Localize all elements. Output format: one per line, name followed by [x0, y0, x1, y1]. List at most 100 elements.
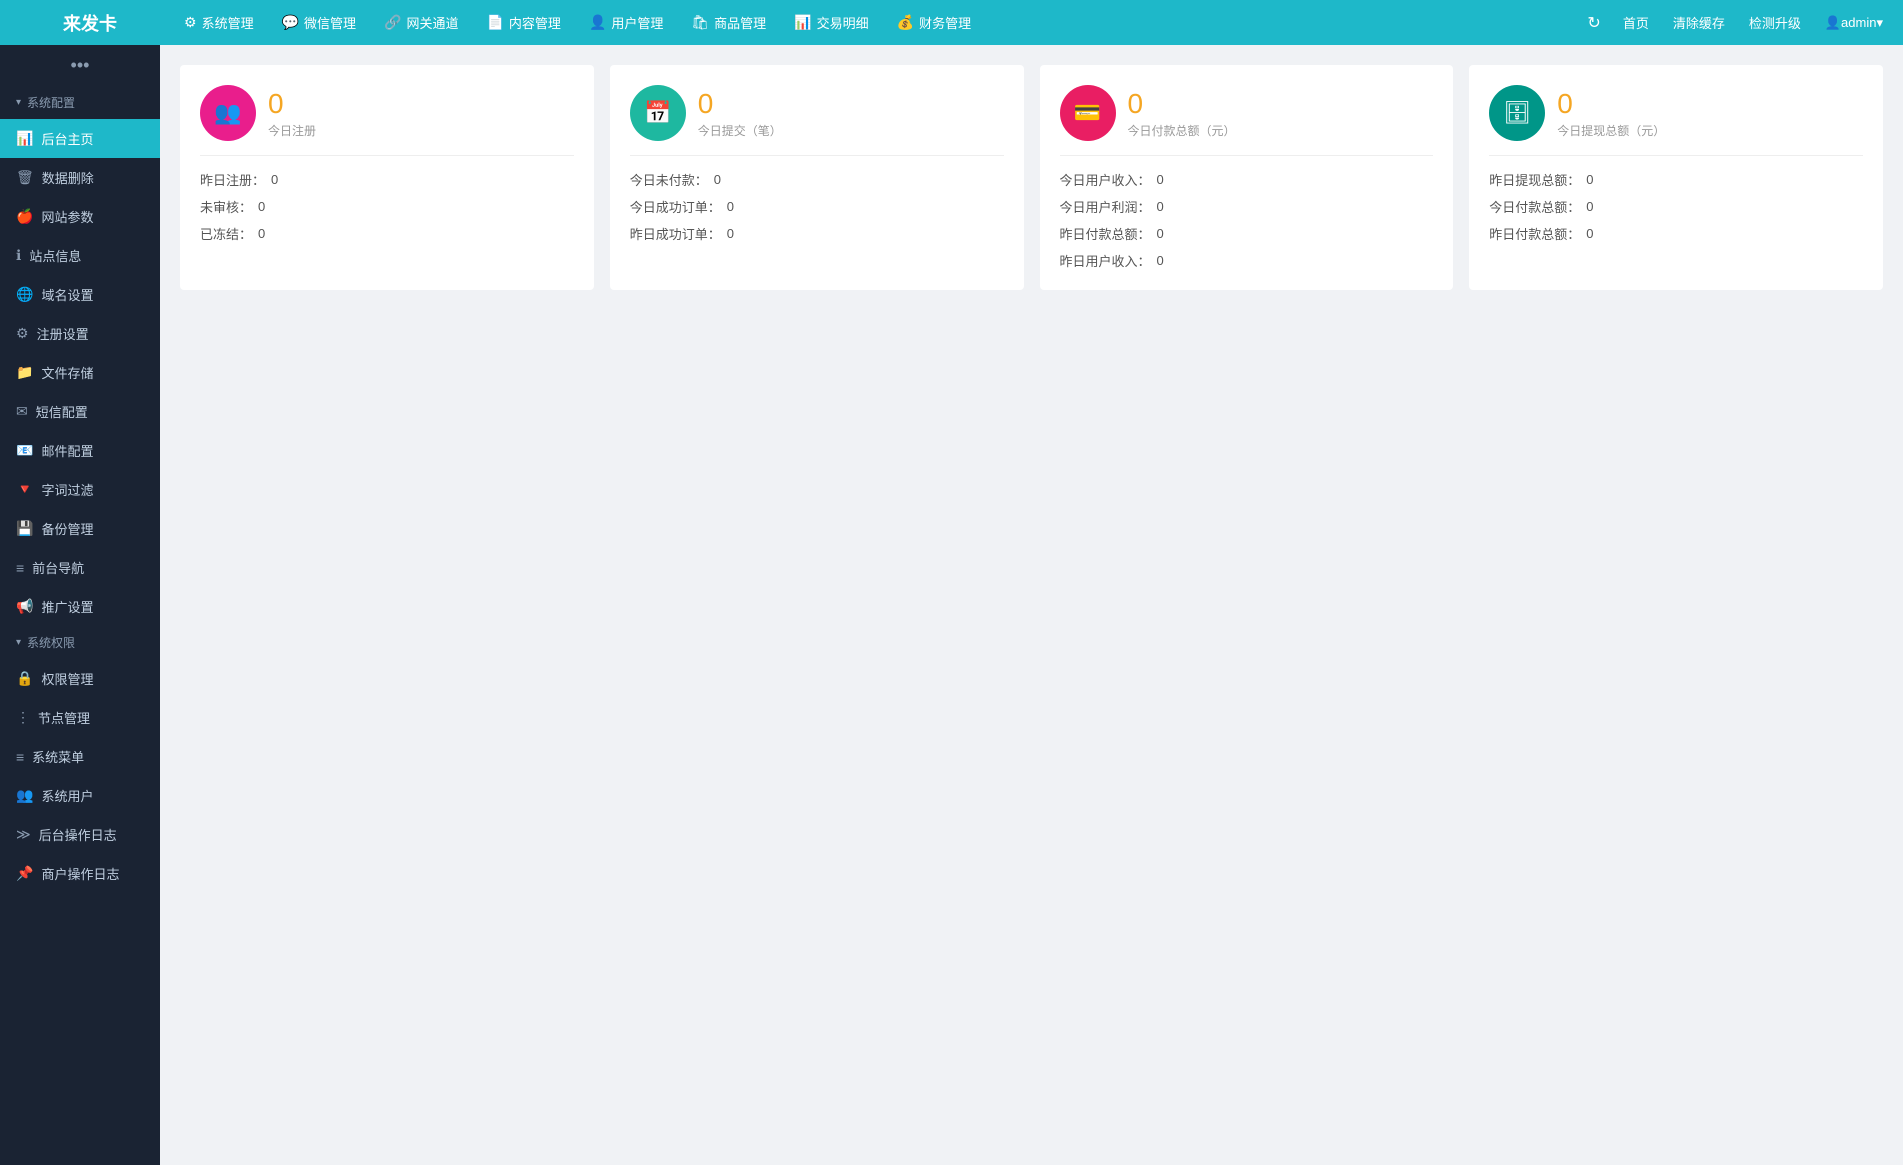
stat-icon-today-withdraw [1489, 85, 1545, 141]
home-button[interactable]: 首页 [1613, 0, 1659, 45]
sidebar-dots[interactable]: ••• [0, 45, 160, 86]
sidebar-item-word-filter[interactable]: 🔻字词过滤 [0, 470, 160, 509]
sidebar-item-backend-log[interactable]: ≫后台操作日志 [0, 815, 160, 854]
stat-icon-today-register [200, 85, 256, 141]
sidebar-icon-backend-home: 📊 [16, 130, 33, 147]
stat-divider [1489, 155, 1863, 156]
stat-icon-today-payment [1060, 85, 1116, 141]
nav-icon-wechat-mgmt: 💬 [282, 14, 299, 31]
group-arrow: ▾ [16, 637, 21, 648]
right-actions: ↻ 首页 清除缓存 检测升级 👤 admin ▾ [1579, 0, 1893, 45]
stat-card-today-payment: 0 今日付款总额（元） 今日用户收入： 0 今日用户利润： 0 昨日付款总额： … [1040, 65, 1454, 290]
stat-card-header: 0 今日提交（笔） [630, 85, 1004, 141]
nav-item-gateway[interactable]: 🔗网关通道 [370, 0, 472, 45]
sidebar-item-domain-settings[interactable]: 🌐域名设置 [0, 275, 160, 314]
stat-details-today-register: 昨日注册： 0 未审核： 0 已冻结： 0 [200, 170, 574, 243]
nav-item-user-mgmt[interactable]: 👤用户管理 [575, 0, 677, 45]
nav-item-content-mgmt[interactable]: 📄内容管理 [472, 0, 574, 45]
nav-item-finance[interactable]: 💰财务管理 [883, 0, 985, 45]
sidebar-item-backup-mgmt[interactable]: 💾备份管理 [0, 509, 160, 548]
main-layout: ••• ▾系统配置📊后台主页🗑数据删除🍎网站参数ℹ站点信息🌐域名设置⚙注册设置📁… [0, 45, 1903, 1165]
sidebar: ••• ▾系统配置📊后台主页🗑数据删除🍎网站参数ℹ站点信息🌐域名设置⚙注册设置📁… [0, 45, 160, 1165]
stat-row: 今日付款总额： 0 [1489, 197, 1863, 216]
stat-row: 昨日付款总额： 0 [1060, 224, 1434, 243]
stat-label-today-register: 今日注册 [268, 122, 316, 139]
sidebar-item-email-config[interactable]: 📧邮件配置 [0, 431, 160, 470]
nav-item-wechat-mgmt[interactable]: 💬微信管理 [268, 0, 370, 45]
stat-label-today-withdraw: 今日提现总额（元） [1557, 122, 1665, 139]
stat-card-today-submit: 0 今日提交（笔） 今日未付款： 0 今日成功订单： 0 昨日成功订单： 0 [610, 65, 1024, 290]
sidebar-item-merchant-log[interactable]: 📌商户操作日志 [0, 854, 160, 893]
nav-item-product-mgmt[interactable]: 🛍商品管理 [677, 0, 780, 45]
refresh-icon[interactable]: ↻ [1579, 0, 1608, 45]
sidebar-icon-sms-config: ✉ [16, 403, 28, 420]
stat-number-today-submit: 0 [698, 88, 782, 120]
sidebar-item-system-users[interactable]: 👥系统用户 [0, 776, 160, 815]
stat-card-header: 0 今日注册 [200, 85, 574, 141]
sidebar-icon-backup-mgmt: 💾 [16, 520, 33, 537]
stat-row: 昨日提现总额： 0 [1489, 170, 1863, 189]
stat-details-today-submit: 今日未付款： 0 今日成功订单： 0 昨日成功订单： 0 [630, 170, 1004, 243]
sidebar-item-site-params[interactable]: 🍎网站参数 [0, 197, 160, 236]
sidebar-icon-merchant-log: 📌 [16, 865, 33, 882]
stat-row: 今日未付款： 0 [630, 170, 1004, 189]
sidebar-item-system-menu[interactable]: ≡系统菜单 [0, 737, 160, 776]
stat-row: 昨日注册： 0 [200, 170, 574, 189]
sidebar-icon-site-info: ℹ [16, 247, 21, 264]
sidebar-item-front-nav[interactable]: ≡前台导航 [0, 548, 160, 587]
sidebar-icon-front-nav: ≡ [16, 560, 24, 576]
nav-icon-finance: 💰 [897, 14, 914, 31]
stat-divider [200, 155, 574, 156]
stat-details-today-payment: 今日用户收入： 0 今日用户利润： 0 昨日付款总额： 0 昨日用户收入： 0 [1060, 170, 1434, 270]
nav-icon-gateway: 🔗 [384, 14, 401, 31]
nav-icon-transaction: 📊 [794, 14, 811, 31]
sidebar-icon-data-delete: 🗑 [16, 169, 34, 186]
stat-row: 昨日付款总额： 0 [1489, 224, 1863, 243]
nav-item-system-mgmt[interactable]: ⚙系统管理 [170, 0, 268, 45]
sidebar-icon-system-users: 👥 [16, 787, 33, 804]
sidebar-item-data-delete[interactable]: 🗑数据删除 [0, 158, 160, 197]
stat-label-today-submit: 今日提交（笔） [698, 122, 782, 139]
stat-details-today-withdraw: 昨日提现总额： 0 今日付款总额： 0 昨日付款总额： 0 [1489, 170, 1863, 243]
sidebar-icon-permission-mgmt: 🔒 [16, 670, 33, 687]
sidebar-icon-site-params: 🍎 [16, 208, 33, 225]
nav-icon-content-mgmt: 📄 [486, 14, 503, 31]
stat-card-today-register: 0 今日注册 昨日注册： 0 未审核： 0 已冻结： 0 [180, 65, 594, 290]
sidebar-icon-register-settings: ⚙ [16, 325, 29, 342]
stat-card-today-withdraw: 0 今日提现总额（元） 昨日提现总额： 0 今日付款总额： 0 昨日付款总额： … [1469, 65, 1883, 290]
check-upgrade-button[interactable]: 检测升级 [1739, 0, 1811, 45]
stat-number-today-payment: 0 [1128, 88, 1236, 120]
sidebar-item-promo-settings[interactable]: 📢推广设置 [0, 587, 160, 626]
sidebar-icon-promo-settings: 📢 [16, 598, 33, 615]
sidebar-item-register-settings[interactable]: ⚙注册设置 [0, 314, 160, 353]
sidebar-icon-node-mgmt: ⋮ [16, 709, 30, 726]
admin-button[interactable]: 👤 admin ▾ [1815, 0, 1893, 45]
sidebar-icon-system-menu: ≡ [16, 749, 24, 765]
nav-item-transaction[interactable]: 📊交易明细 [780, 0, 882, 45]
nav-icon-product-mgmt: 🛍 [691, 14, 709, 31]
sidebar-icon-email-config: 📧 [16, 442, 33, 459]
stat-card-header: 0 今日提现总额（元） [1489, 85, 1863, 141]
sidebar-item-node-mgmt[interactable]: ⋮节点管理 [0, 698, 160, 737]
stat-row: 昨日用户收入： 0 [1060, 251, 1434, 270]
top-nav: 来发卡 ⚙系统管理💬微信管理🔗网关通道📄内容管理👤用户管理🛍商品管理📊交易明细💰… [0, 0, 1903, 45]
sidebar-icon-backend-log: ≫ [16, 826, 31, 843]
clear-cache-button[interactable]: 清除缓存 [1663, 0, 1735, 45]
stat-label-today-payment: 今日付款总额（元） [1128, 122, 1236, 139]
stat-row: 昨日成功订单： 0 [630, 224, 1004, 243]
sidebar-item-sms-config[interactable]: ✉短信配置 [0, 392, 160, 431]
nav-icon-system-mgmt: ⚙ [184, 14, 197, 31]
sidebar-icon-domain-settings: 🌐 [16, 286, 33, 303]
app-logo: 来发卡 [10, 10, 170, 36]
stat-divider [630, 155, 1004, 156]
sidebar-item-site-info[interactable]: ℹ站点信息 [0, 236, 160, 275]
admin-icon: 👤 [1825, 15, 1841, 31]
sidebar-icon-word-filter: 🔻 [16, 481, 33, 498]
sidebar-icon-file-storage: 📁 [16, 364, 33, 381]
sidebar-group-title: ▾系统配置 [0, 86, 160, 119]
sidebar-item-permission-mgmt[interactable]: 🔒权限管理 [0, 659, 160, 698]
sidebar-item-file-storage[interactable]: 📁文件存储 [0, 353, 160, 392]
stat-row: 已冻结： 0 [200, 224, 574, 243]
nav-items: ⚙系统管理💬微信管理🔗网关通道📄内容管理👤用户管理🛍商品管理📊交易明细💰财务管理 [170, 0, 1579, 45]
sidebar-item-backend-home[interactable]: 📊后台主页 [0, 119, 160, 158]
